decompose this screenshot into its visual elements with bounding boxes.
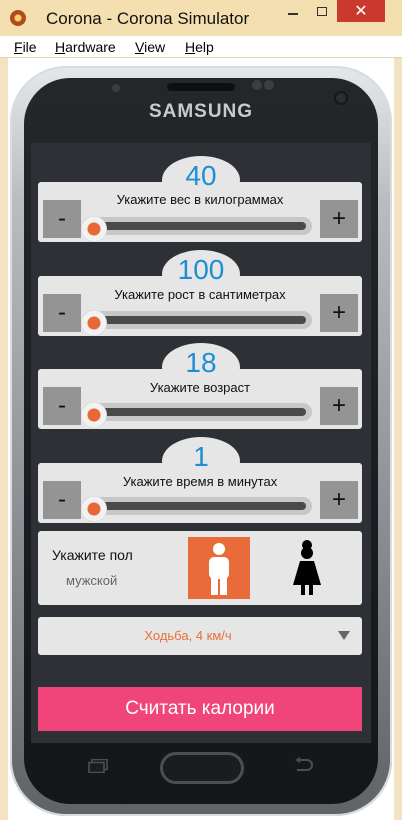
recent-apps-icon[interactable]	[88, 759, 108, 773]
window-title: Corona - Corona Simulator	[46, 9, 250, 28]
weight-minus-button[interactable]: -	[43, 200, 81, 238]
time-label: Укажите время в минутах	[122, 474, 278, 489]
back-icon[interactable]	[292, 757, 314, 773]
maximize-icon	[317, 6, 327, 16]
weight-value: 40	[185, 160, 217, 191]
slider-thumb[interactable]	[81, 310, 107, 336]
close-button[interactable]: ✕	[337, 0, 385, 22]
weight-slider[interactable]	[81, 216, 312, 242]
minimize-button[interactable]	[279, 0, 307, 22]
minimize-icon	[288, 13, 298, 15]
activity-select[interactable]: Ходьба, 4 км/ч	[38, 617, 362, 655]
menu-view[interactable]: View	[135, 39, 165, 55]
gender-title: Укажите пол	[52, 547, 133, 563]
age-value: 18	[185, 347, 217, 378]
male-icon	[209, 543, 229, 595]
maximize-button[interactable]	[308, 0, 336, 22]
sensor-dot	[112, 84, 120, 92]
gender-panel: Укажите пол мужской	[38, 531, 362, 605]
age-slider[interactable]	[81, 402, 312, 428]
height-value: 100	[177, 254, 225, 285]
slider-thumb[interactable]	[81, 216, 107, 242]
light-sensor	[264, 80, 274, 90]
weight-label: Укажите вес в килограммах	[116, 192, 284, 207]
menu-file[interactable]: File	[14, 39, 37, 55]
age-plus-button[interactable]: +	[320, 387, 358, 425]
close-icon: ✕	[354, 3, 368, 20]
female-icon	[293, 540, 321, 595]
calculate-button[interactable]: Считать калории	[38, 687, 362, 731]
corona-icon	[10, 10, 26, 26]
menu-hardware[interactable]: Hardware	[55, 39, 116, 55]
chevron-down-icon	[338, 631, 350, 640]
menu-help[interactable]: Help	[185, 39, 214, 55]
proximity-sensor	[252, 80, 262, 90]
menu-bar: File Hardware View Help	[0, 36, 402, 58]
device-brand: SAMSUNG	[148, 101, 254, 122]
time-plus-button[interactable]: +	[320, 481, 358, 519]
time-slider[interactable]	[81, 496, 312, 522]
time-minus-button[interactable]: -	[43, 481, 81, 519]
age-label: Укажите возраст	[149, 380, 251, 395]
slider-thumb[interactable]	[81, 496, 107, 522]
height-plus-button[interactable]: +	[320, 294, 358, 332]
activity-selected: Ходьба, 4 км/ч	[144, 628, 232, 643]
age-minus-button[interactable]: -	[43, 387, 81, 425]
height-label: Укажите рост в сантиметрах	[114, 287, 286, 302]
male-button[interactable]	[188, 537, 250, 599]
earpiece-speaker	[167, 83, 235, 91]
slider-thumb[interactable]	[81, 402, 107, 428]
window-titlebar: Corona - Corona Simulator ✕	[0, 0, 402, 36]
female-button[interactable]	[290, 539, 324, 597]
time-value: 1	[193, 441, 209, 472]
weight-plus-button[interactable]: +	[320, 200, 358, 238]
height-minus-button[interactable]: -	[43, 294, 81, 332]
home-button[interactable]	[160, 752, 244, 784]
height-slider[interactable]	[81, 310, 312, 336]
gender-value: мужской	[66, 573, 118, 588]
